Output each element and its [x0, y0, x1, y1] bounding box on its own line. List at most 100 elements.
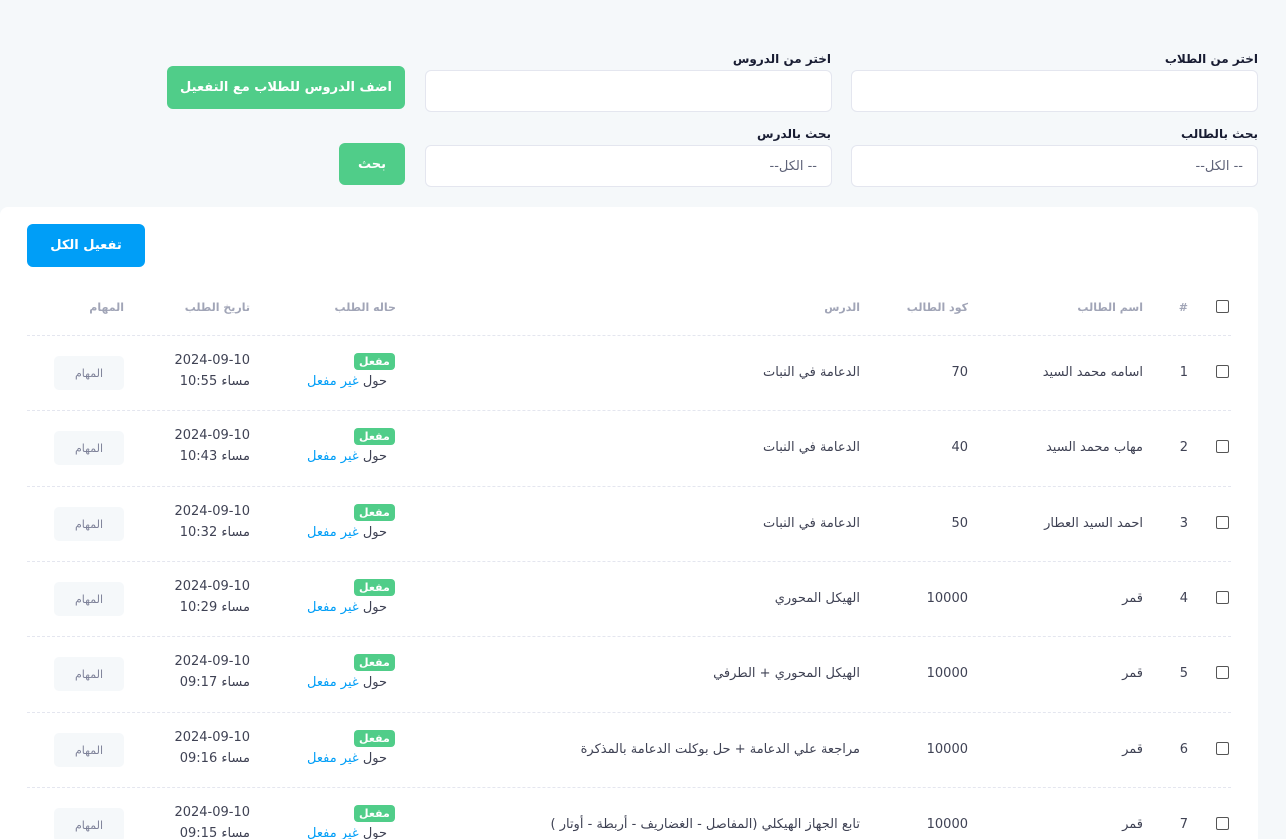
header-index: # [1178, 301, 1188, 314]
search-button[interactable]: بحث [339, 143, 405, 185]
select-all-checkbox[interactable] [1216, 300, 1229, 313]
table-row: 4 قمر 10000 الهيكل المحوري مفعل حول غير مفعل 2… [27, 561, 1231, 636]
tasks-button[interactable]: المهام [54, 657, 124, 691]
student-code: 70 [951, 365, 968, 380]
student-name: قمر [1122, 817, 1143, 832]
row-checkbox[interactable] [1216, 440, 1229, 453]
toggle-prefix: حول [362, 449, 388, 464]
toggle-prefix: حول [362, 600, 388, 615]
lessons-select[interactable] [425, 70, 832, 112]
tasks-button[interactable]: المهام [54, 356, 124, 390]
lesson-title: الهيكل المحوري [774, 591, 860, 606]
status-toggle: حول غير مفعل [307, 449, 387, 464]
status-toggle: حول غير مفعل [307, 600, 387, 615]
status-badge: مفعل [354, 805, 395, 822]
row-index: 2 [1179, 440, 1188, 455]
request-date: 2024-09-10 10:32 مساء [174, 501, 250, 543]
toggle-prefix: حول [362, 525, 388, 540]
status-toggle: حول غير مفعل [307, 675, 387, 690]
request-date: 2024-09-10 10:55 مساء [174, 350, 250, 392]
request-date-time: 10:32 مساء [179, 525, 250, 540]
tasks-button[interactable]: المهام [54, 733, 124, 767]
request-date-day: 2024-09-10 [174, 805, 250, 820]
status-badge: مفعل [354, 428, 395, 445]
header-tasks: المهام [89, 301, 124, 314]
row-checkbox[interactable] [1216, 742, 1229, 755]
search-lesson-label: بحث بالدرس [757, 127, 831, 141]
status-toggle: حول غير مفعل [307, 374, 387, 389]
status-badge: مفعل [354, 654, 395, 671]
tasks-button[interactable]: المهام [54, 582, 124, 616]
request-date-time: 09:15 مساء [179, 826, 250, 839]
table-row: 7 قمر 10000 تابع الجهاز الهيكلي (المفاصل - … [27, 787, 1231, 839]
student-code: 10000 [926, 742, 968, 757]
row-checkbox[interactable] [1216, 516, 1229, 529]
tasks-button[interactable]: المهام [54, 431, 124, 465]
row-index: 5 [1179, 666, 1188, 681]
status-toggle: حول غير مفعل [307, 826, 387, 839]
toggle-status-link[interactable]: غير مفعل [307, 374, 359, 389]
status-badge: مفعل [354, 579, 395, 596]
toggle-status-link[interactable]: غير مفعل [307, 449, 359, 464]
lesson-title: الهيكل المحوري + الطرفي [713, 666, 860, 681]
student-name: اسامه محمد السيد [1042, 365, 1143, 380]
table-row: 2 مهاب محمد السيد 40 الدعامة في النبات مفعل ح… [27, 410, 1231, 485]
toggle-status-link[interactable]: غير مفعل [307, 675, 359, 690]
search-student-label: بحث بالطالب [1181, 127, 1258, 141]
add-lessons-activate-button[interactable]: اضف الدروس للطلاب مع التفعيل [167, 66, 405, 109]
status-toggle: حول غير مفعل [307, 751, 387, 766]
row-checkbox[interactable] [1216, 817, 1229, 830]
student-code: 10000 [926, 666, 968, 681]
request-date-time: 10:55 مساء [179, 374, 250, 389]
student-name: قمر [1122, 666, 1143, 681]
header-request-status: حاله الطلب [334, 301, 396, 314]
row-checkbox[interactable] [1216, 591, 1229, 604]
toggle-prefix: حول [362, 675, 388, 690]
request-date: 2024-09-10 09:15 مساء [174, 802, 250, 839]
toggle-prefix: حول [362, 826, 388, 839]
row-index: 1 [1179, 365, 1188, 380]
student-code: 40 [951, 440, 968, 455]
header-student-name: اسم الطالب [1077, 301, 1143, 314]
tasks-button[interactable]: المهام [54, 507, 124, 541]
header-lesson: الدرس [824, 301, 860, 314]
toggle-status-link[interactable]: غير مفعل [307, 525, 359, 540]
search-student-select[interactable]: -- الكل-- [851, 145, 1258, 187]
toggle-status-link[interactable]: غير مفعل [307, 826, 359, 839]
request-date-time: 10:43 مساء [179, 449, 250, 464]
lesson-title: الدعامة في النبات [763, 516, 860, 531]
lesson-title: الدعامة في النبات [763, 440, 860, 455]
students-select[interactable] [851, 70, 1258, 112]
student-code: 10000 [926, 817, 968, 832]
lesson-title: مراجعة علي الدعامة + حل بوكلت الدعامة با… [580, 742, 860, 757]
request-date-day: 2024-09-10 [174, 428, 250, 443]
row-checkbox[interactable] [1216, 365, 1229, 378]
student-name: مهاب محمد السيد [1045, 440, 1143, 455]
row-index: 7 [1179, 817, 1188, 832]
row-index: 3 [1179, 516, 1188, 531]
students-select-label: اختر من الطلاب [1164, 52, 1258, 66]
table-row: 3 احمد السيد العطار 50 الدعامة في النبات مفع… [27, 486, 1231, 561]
table-row: 5 قمر 10000 الهيكل المحوري + الطرفي مفعل حول … [27, 636, 1231, 711]
toggle-status-link[interactable]: غير مفعل [307, 751, 359, 766]
student-name: قمر [1122, 591, 1143, 606]
lesson-title: تابع الجهاز الهيكلي (المفاصل - الغضاريف … [550, 817, 861, 832]
activate-all-button[interactable]: تفعيل الكل [27, 224, 145, 267]
request-date: 2024-09-10 10:43 مساء [174, 425, 250, 467]
request-date-time: 10:29 مساء [179, 600, 250, 615]
request-date-day: 2024-09-10 [174, 353, 250, 368]
table-row: 6 قمر 10000 مراجعة علي الدعامة + حل بوكلت ا… [27, 712, 1231, 787]
tasks-button[interactable]: المهام [54, 808, 124, 839]
toggle-status-link[interactable]: غير مفعل [307, 600, 359, 615]
row-index: 6 [1179, 742, 1188, 757]
request-date-day: 2024-09-10 [174, 579, 250, 594]
header-student-code: كود الطالب [906, 301, 968, 314]
request-date-day: 2024-09-10 [174, 504, 250, 519]
toggle-prefix: حول [362, 751, 388, 766]
student-code: 50 [951, 516, 968, 531]
request-date-day: 2024-09-10 [174, 654, 250, 669]
row-checkbox[interactable] [1216, 666, 1229, 679]
search-lesson-select[interactable]: -- الكل-- [425, 145, 832, 187]
status-badge: مفعل [354, 353, 395, 370]
status-badge: مفعل [354, 504, 395, 521]
